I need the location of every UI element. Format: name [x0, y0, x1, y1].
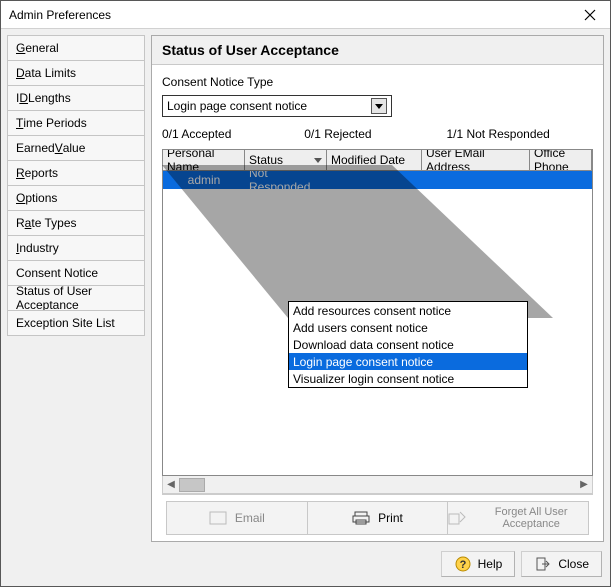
rejected-count: 0/1 Rejected — [304, 127, 446, 141]
column-email[interactable]: User EMail Address — [422, 150, 530, 170]
acceptance-counts: 0/1 Accepted 0/1 Rejected 1/1 Not Respon… — [162, 127, 593, 141]
column-status[interactable]: Status — [245, 150, 327, 170]
sidebar-item-11[interactable]: Exception Site List — [7, 310, 145, 336]
scroll-right-arrow[interactable]: ▶ — [576, 479, 592, 490]
close-door-icon — [534, 556, 552, 572]
dropdown-item[interactable]: Visualizer login consent notice — [289, 370, 527, 387]
dropdown-item[interactable]: Download data consent notice — [289, 336, 527, 353]
combo-label: Consent Notice Type — [162, 75, 593, 89]
close-icon — [584, 9, 596, 21]
window-title: Admin Preferences — [9, 8, 570, 22]
column-modified-date[interactable]: Modified Date — [327, 150, 422, 170]
sidebar-item-1[interactable]: Data Limits — [7, 60, 145, 86]
horizontal-scrollbar[interactable]: ◀ ▶ — [162, 476, 593, 494]
content-panel: Status of User Acceptance Consent Notice… — [151, 35, 604, 542]
help-icon: ? — [454, 556, 472, 572]
print-button[interactable]: Print — [308, 501, 449, 535]
dialog-button-bar: ? Help Close — [7, 548, 604, 580]
dropdown-item[interactable]: Login page consent notice — [289, 353, 527, 370]
forget-icon — [448, 511, 466, 525]
consent-notice-type-dropdown[interactable]: Add resources consent noticeAdd users co… — [288, 301, 528, 388]
sidebar-item-8[interactable]: Industry — [7, 235, 145, 261]
cell-status: Not Responded — [245, 171, 327, 194]
email-button[interactable]: Email — [166, 501, 308, 535]
scroll-left-arrow[interactable]: ◀ — [163, 479, 179, 490]
dropdown-item[interactable]: Add resources consent notice — [289, 302, 527, 319]
panel-actions: Email Print Forget All User Acceptance — [162, 494, 593, 537]
accepted-count: 0/1 Accepted — [162, 127, 304, 141]
sidebar-item-4[interactable]: Earned Value — [7, 135, 145, 161]
titlebar: Admin Preferences — [1, 1, 610, 29]
panel-title: Status of User Acceptance — [152, 36, 603, 65]
sidebar-item-7[interactable]: Rate Types — [7, 210, 145, 236]
window-close-button[interactable] — [570, 1, 610, 29]
chevron-down-icon — [375, 104, 383, 109]
cell-personal-name: admin — [163, 173, 245, 187]
sidebar-item-6[interactable]: Options — [7, 185, 145, 211]
consent-notice-type-combo[interactable]: Login page consent notice — [162, 95, 392, 117]
admin-preferences-window: Admin Preferences GeneralData LimitsID L… — [0, 0, 611, 587]
sidebar-item-0[interactable]: General — [7, 35, 145, 61]
not-responded-count: 1/1 Not Responded — [446, 127, 588, 141]
sidebar-item-10[interactable]: Status of User Acceptance — [7, 285, 145, 311]
dropdown-item[interactable]: Add users consent notice — [289, 319, 527, 336]
sidebar-item-3[interactable]: Time Periods — [7, 110, 145, 136]
scroll-thumb[interactable] — [179, 478, 205, 492]
table-header: Personal Name Status Modified Date User … — [162, 149, 593, 171]
combo-value: Login page consent notice — [167, 99, 371, 113]
sidebar: GeneralData LimitsID LengthsTime Periods… — [7, 35, 145, 542]
close-button[interactable]: Close — [521, 551, 602, 577]
column-personal-name[interactable]: Personal Name — [163, 150, 245, 170]
email-icon — [209, 511, 227, 525]
table-row[interactable]: admin Not Responded — [163, 171, 592, 189]
print-icon — [352, 511, 370, 525]
help-button[interactable]: ? Help — [441, 551, 516, 577]
sidebar-item-2[interactable]: ID Lengths — [7, 85, 145, 111]
svg-text:?: ? — [459, 559, 466, 571]
combo-dropdown-button[interactable] — [371, 98, 387, 114]
sidebar-item-9[interactable]: Consent Notice — [7, 260, 145, 286]
sidebar-item-5[interactable]: Reports — [7, 160, 145, 186]
forget-all-button[interactable]: Forget All User Acceptance — [448, 501, 589, 535]
column-office-phone[interactable]: Office Phone — [530, 150, 592, 170]
